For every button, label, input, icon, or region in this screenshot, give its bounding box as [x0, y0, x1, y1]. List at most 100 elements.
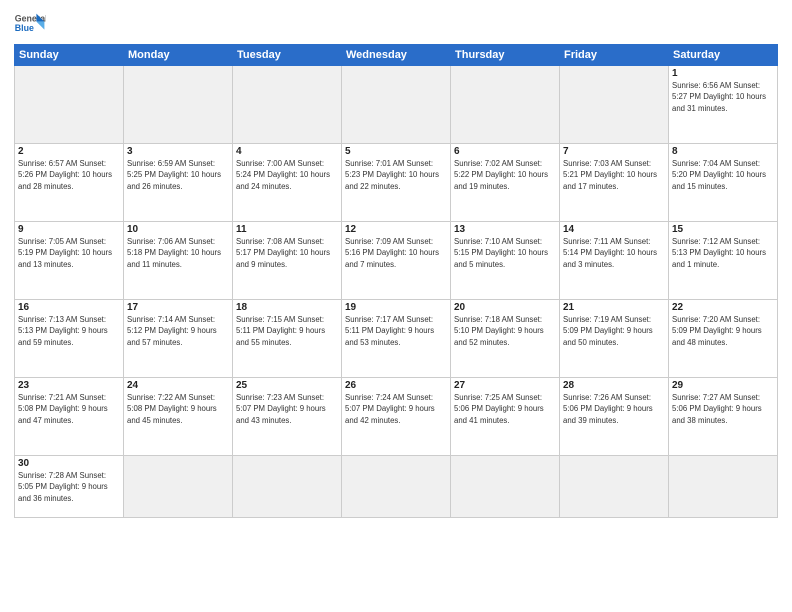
calendar: SundayMondayTuesdayWednesdayThursdayFrid…	[14, 44, 778, 518]
calendar-cell	[560, 456, 669, 518]
logo: General Blue	[14, 10, 46, 38]
logo-icon: General Blue	[14, 10, 46, 38]
day-number: 30	[18, 458, 120, 469]
weekday-header: Thursday	[451, 45, 560, 66]
calendar-cell: 12Sunrise: 7:09 AM Sunset: 5:16 PM Dayli…	[342, 222, 451, 300]
calendar-cell: 18Sunrise: 7:15 AM Sunset: 5:11 PM Dayli…	[233, 300, 342, 378]
calendar-cell	[451, 456, 560, 518]
weekday-header-row: SundayMondayTuesdayWednesdayThursdayFrid…	[15, 45, 778, 66]
calendar-cell: 16Sunrise: 7:13 AM Sunset: 5:13 PM Dayli…	[15, 300, 124, 378]
day-number: 27	[454, 380, 556, 391]
calendar-cell: 27Sunrise: 7:25 AM Sunset: 5:06 PM Dayli…	[451, 378, 560, 456]
day-info: Sunrise: 7:00 AM Sunset: 5:24 PM Dayligh…	[236, 158, 338, 192]
weekday-header: Tuesday	[233, 45, 342, 66]
calendar-cell	[233, 66, 342, 144]
day-number: 13	[454, 224, 556, 235]
calendar-cell: 17Sunrise: 7:14 AM Sunset: 5:12 PM Dayli…	[124, 300, 233, 378]
calendar-week-row: 1Sunrise: 6:56 AM Sunset: 5:27 PM Daylig…	[15, 66, 778, 144]
day-number: 25	[236, 380, 338, 391]
calendar-cell: 23Sunrise: 7:21 AM Sunset: 5:08 PM Dayli…	[15, 378, 124, 456]
calendar-cell: 21Sunrise: 7:19 AM Sunset: 5:09 PM Dayli…	[560, 300, 669, 378]
day-number: 4	[236, 146, 338, 157]
calendar-week-row: 30Sunrise: 7:28 AM Sunset: 5:05 PM Dayli…	[15, 456, 778, 518]
calendar-cell: 10Sunrise: 7:06 AM Sunset: 5:18 PM Dayli…	[124, 222, 233, 300]
day-info: Sunrise: 7:12 AM Sunset: 5:13 PM Dayligh…	[672, 236, 774, 270]
day-info: Sunrise: 7:08 AM Sunset: 5:17 PM Dayligh…	[236, 236, 338, 270]
day-number: 5	[345, 146, 447, 157]
calendar-cell: 13Sunrise: 7:10 AM Sunset: 5:15 PM Dayli…	[451, 222, 560, 300]
calendar-cell: 22Sunrise: 7:20 AM Sunset: 5:09 PM Dayli…	[669, 300, 778, 378]
day-number: 22	[672, 302, 774, 313]
calendar-cell: 3Sunrise: 6:59 AM Sunset: 5:25 PM Daylig…	[124, 144, 233, 222]
day-info: Sunrise: 7:06 AM Sunset: 5:18 PM Dayligh…	[127, 236, 229, 270]
day-number: 12	[345, 224, 447, 235]
day-number: 24	[127, 380, 229, 391]
weekday-header: Sunday	[15, 45, 124, 66]
calendar-cell: 14Sunrise: 7:11 AM Sunset: 5:14 PM Dayli…	[560, 222, 669, 300]
calendar-cell: 15Sunrise: 7:12 AM Sunset: 5:13 PM Dayli…	[669, 222, 778, 300]
calendar-week-row: 9Sunrise: 7:05 AM Sunset: 5:19 PM Daylig…	[15, 222, 778, 300]
page: General Blue SundayMondayTuesdayWednesda…	[0, 0, 792, 612]
calendar-cell: 19Sunrise: 7:17 AM Sunset: 5:11 PM Dayli…	[342, 300, 451, 378]
day-info: Sunrise: 6:56 AM Sunset: 5:27 PM Dayligh…	[672, 80, 774, 114]
calendar-cell: 6Sunrise: 7:02 AM Sunset: 5:22 PM Daylig…	[451, 144, 560, 222]
calendar-week-row: 2Sunrise: 6:57 AM Sunset: 5:26 PM Daylig…	[15, 144, 778, 222]
day-info: Sunrise: 7:10 AM Sunset: 5:15 PM Dayligh…	[454, 236, 556, 270]
calendar-cell: 11Sunrise: 7:08 AM Sunset: 5:17 PM Dayli…	[233, 222, 342, 300]
day-number: 9	[18, 224, 120, 235]
day-number: 18	[236, 302, 338, 313]
day-info: Sunrise: 7:05 AM Sunset: 5:19 PM Dayligh…	[18, 236, 120, 270]
weekday-header: Monday	[124, 45, 233, 66]
calendar-cell	[233, 456, 342, 518]
day-info: Sunrise: 7:01 AM Sunset: 5:23 PM Dayligh…	[345, 158, 447, 192]
day-info: Sunrise: 7:27 AM Sunset: 5:06 PM Dayligh…	[672, 392, 774, 426]
weekday-header: Saturday	[669, 45, 778, 66]
day-info: Sunrise: 7:18 AM Sunset: 5:10 PM Dayligh…	[454, 314, 556, 348]
calendar-cell	[124, 66, 233, 144]
calendar-cell	[342, 66, 451, 144]
day-number: 10	[127, 224, 229, 235]
day-number: 15	[672, 224, 774, 235]
calendar-cell: 29Sunrise: 7:27 AM Sunset: 5:06 PM Dayli…	[669, 378, 778, 456]
day-number: 17	[127, 302, 229, 313]
day-number: 23	[18, 380, 120, 391]
day-number: 2	[18, 146, 120, 157]
day-info: Sunrise: 6:57 AM Sunset: 5:26 PM Dayligh…	[18, 158, 120, 192]
calendar-cell: 25Sunrise: 7:23 AM Sunset: 5:07 PM Dayli…	[233, 378, 342, 456]
day-number: 6	[454, 146, 556, 157]
calendar-cell: 9Sunrise: 7:05 AM Sunset: 5:19 PM Daylig…	[15, 222, 124, 300]
calendar-cell	[124, 456, 233, 518]
day-info: Sunrise: 7:25 AM Sunset: 5:06 PM Dayligh…	[454, 392, 556, 426]
day-info: Sunrise: 7:22 AM Sunset: 5:08 PM Dayligh…	[127, 392, 229, 426]
day-info: Sunrise: 7:13 AM Sunset: 5:13 PM Dayligh…	[18, 314, 120, 348]
day-number: 20	[454, 302, 556, 313]
calendar-cell: 26Sunrise: 7:24 AM Sunset: 5:07 PM Dayli…	[342, 378, 451, 456]
calendar-cell: 28Sunrise: 7:26 AM Sunset: 5:06 PM Dayli…	[560, 378, 669, 456]
day-number: 29	[672, 380, 774, 391]
calendar-week-row: 16Sunrise: 7:13 AM Sunset: 5:13 PM Dayli…	[15, 300, 778, 378]
day-info: Sunrise: 7:09 AM Sunset: 5:16 PM Dayligh…	[345, 236, 447, 270]
day-number: 26	[345, 380, 447, 391]
day-info: Sunrise: 7:21 AM Sunset: 5:08 PM Dayligh…	[18, 392, 120, 426]
day-number: 1	[672, 68, 774, 79]
calendar-week-row: 23Sunrise: 7:21 AM Sunset: 5:08 PM Dayli…	[15, 378, 778, 456]
day-info: Sunrise: 7:17 AM Sunset: 5:11 PM Dayligh…	[345, 314, 447, 348]
calendar-cell	[15, 66, 124, 144]
day-info: Sunrise: 7:02 AM Sunset: 5:22 PM Dayligh…	[454, 158, 556, 192]
header: General Blue	[14, 10, 778, 38]
calendar-cell	[669, 456, 778, 518]
day-number: 16	[18, 302, 120, 313]
day-number: 7	[563, 146, 665, 157]
calendar-cell: 30Sunrise: 7:28 AM Sunset: 5:05 PM Dayli…	[15, 456, 124, 518]
calendar-cell: 5Sunrise: 7:01 AM Sunset: 5:23 PM Daylig…	[342, 144, 451, 222]
day-info: Sunrise: 6:59 AM Sunset: 5:25 PM Dayligh…	[127, 158, 229, 192]
day-info: Sunrise: 7:19 AM Sunset: 5:09 PM Dayligh…	[563, 314, 665, 348]
day-info: Sunrise: 7:23 AM Sunset: 5:07 PM Dayligh…	[236, 392, 338, 426]
day-info: Sunrise: 7:20 AM Sunset: 5:09 PM Dayligh…	[672, 314, 774, 348]
day-info: Sunrise: 7:26 AM Sunset: 5:06 PM Dayligh…	[563, 392, 665, 426]
day-number: 11	[236, 224, 338, 235]
day-info: Sunrise: 7:04 AM Sunset: 5:20 PM Dayligh…	[672, 158, 774, 192]
weekday-header: Friday	[560, 45, 669, 66]
day-info: Sunrise: 7:24 AM Sunset: 5:07 PM Dayligh…	[345, 392, 447, 426]
day-info: Sunrise: 7:15 AM Sunset: 5:11 PM Dayligh…	[236, 314, 338, 348]
